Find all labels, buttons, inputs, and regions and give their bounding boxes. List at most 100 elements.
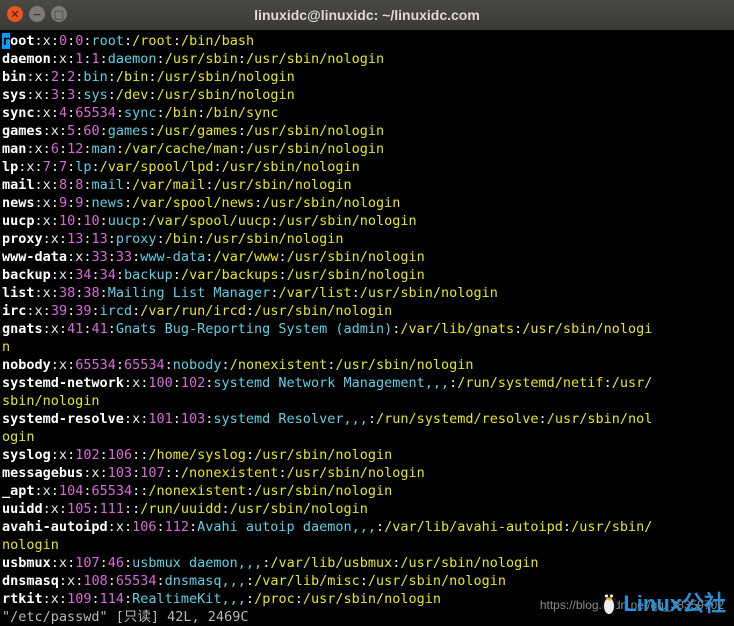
field-separator: : xyxy=(58,501,68,517)
field-separator: : xyxy=(58,87,68,103)
id-field: 39 xyxy=(50,303,68,319)
field-separator: : xyxy=(115,105,124,121)
password-field: x xyxy=(50,501,59,517)
path-field: /bin/bash xyxy=(180,33,255,49)
field-separator: : xyxy=(42,501,51,517)
path-field: /usr/sbin/nologin xyxy=(205,231,344,247)
gecos-field: lp xyxy=(75,159,92,175)
field-separator: : xyxy=(124,33,133,49)
minimize-window-button[interactable]: − xyxy=(29,6,45,22)
field-separator: : xyxy=(156,105,165,121)
gecos-field: news xyxy=(91,195,125,211)
field-separator: : xyxy=(164,465,173,481)
field-separator: : xyxy=(99,213,108,229)
password-field: x xyxy=(50,591,59,607)
terminal-view[interactable]: root:x:0:0:root:/root:/bin/bash daemon:x:… xyxy=(0,30,734,626)
field-separator: : xyxy=(124,177,133,193)
username-field: systemd-network xyxy=(2,375,124,391)
path-field: /var/lib/usbmux xyxy=(270,555,393,571)
field-separator: : xyxy=(148,87,157,103)
field-separator: : xyxy=(67,177,76,193)
path-field: /nonexistent xyxy=(180,465,279,481)
field-separator: : xyxy=(245,591,255,607)
id-field: 65534 xyxy=(75,105,116,121)
gecos-field: Gnats Bug-Reporting System (admin) xyxy=(115,321,393,337)
field-separator: : xyxy=(124,195,133,211)
field-separator: : xyxy=(115,141,125,157)
maximize-window-button[interactable]: □ xyxy=(51,6,67,22)
field-separator: : xyxy=(58,69,68,85)
password-field: x xyxy=(50,231,59,247)
password-field: x xyxy=(42,177,51,193)
path-field: /var/www xyxy=(213,249,279,265)
terminal-line: sync:x:4:65534:sync:/bin:/bin/sync xyxy=(2,104,734,122)
path-field: /usr/sbin/nologin xyxy=(245,141,385,157)
field-separator: : xyxy=(58,141,68,157)
id-field: 114 xyxy=(99,591,124,607)
password-field: x xyxy=(42,195,51,211)
path-field: /usr/sbin/nologin xyxy=(302,591,442,607)
field-separator: : xyxy=(538,411,547,427)
close-window-button[interactable]: ✕ xyxy=(7,6,23,22)
field-separator: : xyxy=(156,519,165,535)
field-separator: : xyxy=(58,123,68,139)
field-separator: : xyxy=(123,375,133,391)
id-field: 65534 xyxy=(123,357,165,373)
path-field: /usr/sbin/nologin xyxy=(286,249,425,265)
password-field: x xyxy=(115,519,124,535)
username-field: daemon xyxy=(2,51,51,67)
field-separator: : xyxy=(107,87,116,103)
id-field: 107 xyxy=(75,555,100,571)
id-field: 65534 xyxy=(75,357,116,373)
watermark-brand: Linux公社 xyxy=(623,591,726,616)
field-separator: : xyxy=(50,357,59,373)
username-field: backup xyxy=(2,267,51,283)
field-separator: : xyxy=(164,357,173,373)
field-separator: : xyxy=(50,447,59,463)
field-separator: : xyxy=(58,573,68,589)
id-field: 109 xyxy=(67,591,92,607)
terminal-line: list:x:38:38:Mailing List Manager:/var/l… xyxy=(2,284,734,302)
password-field: x xyxy=(91,465,100,481)
terminal-line: bin:x:2:2:bin:/bin:/usr/sbin/nologin xyxy=(2,68,734,86)
field-separator: : xyxy=(34,483,43,499)
field-separator: : xyxy=(50,285,59,301)
username-field: rtkit xyxy=(2,591,43,607)
path-field: /var/list xyxy=(278,285,352,301)
password-field: x xyxy=(58,447,68,463)
terminal-line: daemon:x:1:1:daemon:/usr/sbin:/usr/sbin/… xyxy=(2,50,734,68)
id-field: 3 xyxy=(50,87,59,103)
id-field: 103 xyxy=(107,465,133,481)
terminal-line: systemd-network:x:100:102:systemd Networ… xyxy=(2,374,734,392)
password-field: x xyxy=(34,87,43,103)
id-field: 103 xyxy=(180,411,206,427)
gecos-field: www-data xyxy=(140,249,206,265)
field-separator: : xyxy=(237,123,246,139)
watermark-logo: Linux公社 xyxy=(599,580,726,624)
password-field: x xyxy=(58,51,68,67)
field-separator: : xyxy=(237,141,246,157)
field-separator: : xyxy=(91,303,100,319)
password-field: x xyxy=(42,105,51,121)
terminal-line: messagebus:x:103:107::/nonexistent:/usr/… xyxy=(2,464,734,482)
terminal-line: avahi-autoipd:x:106:112:Avahi autoip dae… xyxy=(2,518,734,536)
terminal-line: syslog:x:102:106::/home/syslog:/usr/sbin… xyxy=(2,446,734,464)
path-field: /run/uuidd xyxy=(140,501,222,517)
terminal-line: proxy:x:13:13:proxy:/bin:/usr/sbin/nolog… xyxy=(2,230,734,248)
path-field: /nonexistent xyxy=(148,483,246,499)
password-field: x xyxy=(34,69,43,85)
username-field: bin xyxy=(2,69,27,85)
field-separator: : xyxy=(359,573,368,589)
field-separator: : xyxy=(50,267,59,283)
field-separator: : xyxy=(351,285,360,301)
gecos-field: mail xyxy=(91,177,125,193)
terminal-line: irc:x:39:39:ircd:/var/run/ircd:/usr/sbin… xyxy=(2,302,734,320)
terminal-line: mail:x:8:8:mail:/var/mail:/usr/sbin/nolo… xyxy=(2,176,734,194)
id-field: 38 xyxy=(83,285,100,301)
field-separator: : xyxy=(245,573,255,589)
id-field: 1 xyxy=(91,51,100,67)
terminal-line: sys:x:3:3:sys:/dev:/usr/sbin/nologin xyxy=(2,86,734,104)
window-controls: ✕ − □ xyxy=(7,6,67,22)
path-field: /usr/sbin/ xyxy=(571,519,653,535)
terminal-line: systemd-resolve:x:101:103:systemd Resolv… xyxy=(2,410,734,428)
